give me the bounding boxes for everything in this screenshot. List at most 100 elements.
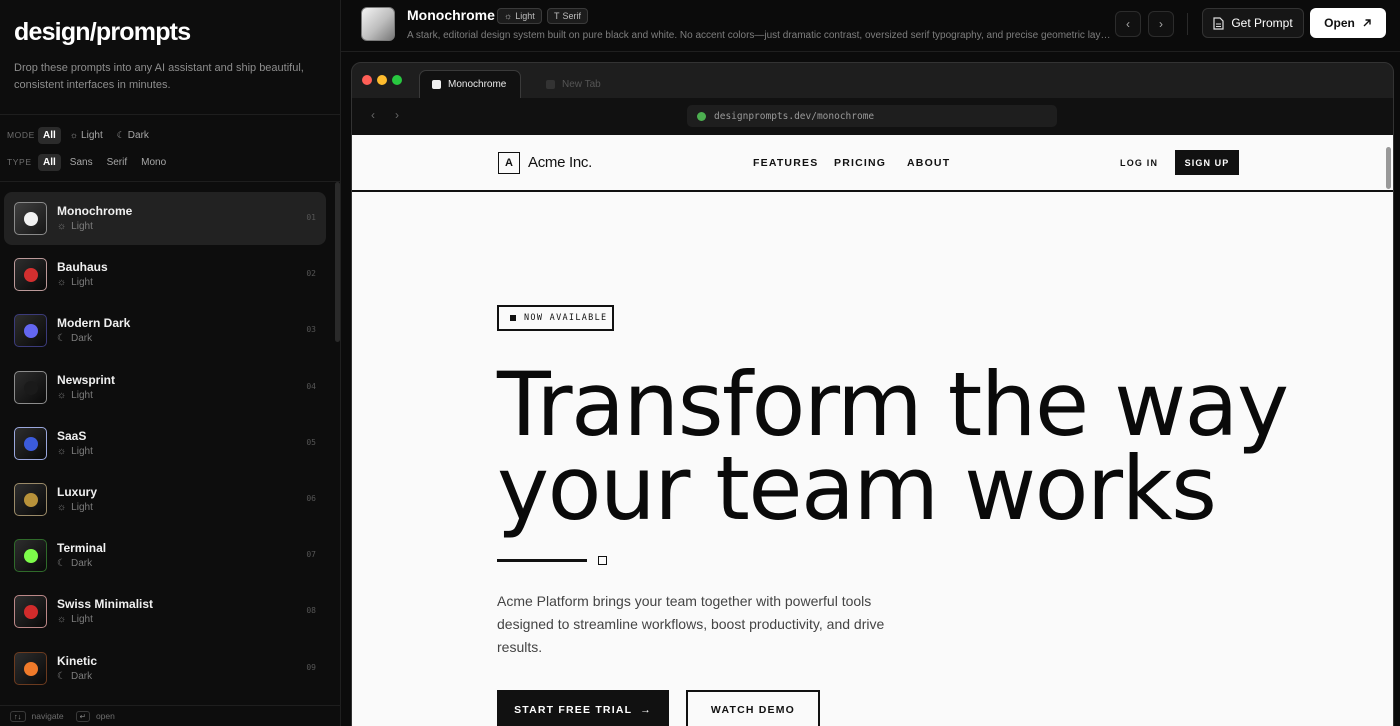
design-name: Bauhaus — [57, 260, 108, 275]
nav-link-features[interactable]: FEATURES — [753, 157, 818, 169]
design-index: 05 — [306, 437, 316, 447]
minimize-window-dot[interactable] — [377, 75, 387, 85]
mode-dark-chip[interactable]: ☾ Dark — [112, 127, 154, 144]
signup-button[interactable]: SIGN UP — [1175, 150, 1239, 175]
login-link[interactable]: LOG IN — [1120, 158, 1158, 168]
design-index: 03 — [306, 325, 316, 335]
design-name: Newsprint — [57, 372, 116, 387]
design-list-item[interactable]: SaaS ☼ Light 05 — [4, 417, 326, 470]
design-index: 08 — [306, 606, 316, 616]
design-list-item[interactable]: Kinetic ☾ Dark 09 — [4, 642, 326, 695]
design-mode: ☼ Light — [57, 390, 93, 401]
design-name: Luxury — [57, 484, 98, 499]
design-mode-label: Light — [71, 501, 93, 513]
design-name: Swiss Minimalist — [57, 597, 154, 612]
design-name: Kinetic — [57, 653, 98, 668]
sun-icon: ☼ — [57, 614, 67, 626]
type-sans-chip[interactable]: Sans — [65, 154, 98, 171]
headline-line-2: your team works — [497, 437, 1217, 540]
mode-label: MODE — [7, 130, 35, 140]
design-index: 01 — [306, 213, 316, 222]
chevron-right-icon: › — [1159, 17, 1163, 31]
mode-tag-label: Light — [515, 11, 535, 21]
design-mode-label: Light — [71, 445, 93, 457]
swatch-color-dot — [24, 661, 38, 676]
mode-light-label: Light — [81, 129, 103, 141]
design-list-item[interactable]: Luxury ☼ Light 06 — [4, 473, 326, 526]
brand-tagline: Drop these prompts into any AI assistant… — [14, 62, 304, 91]
type-mono-chip[interactable]: Mono — [136, 154, 171, 171]
design-list-item[interactable]: Bauhaus ☼ Light 02 — [4, 248, 326, 301]
moon-icon: ☾ — [57, 558, 66, 570]
watch-demo-button[interactable]: WATCH DEMO — [686, 690, 820, 726]
design-index: 02 — [306, 269, 316, 279]
swatch-color-dot — [24, 380, 38, 395]
design-mode: ☾ Dark — [57, 333, 92, 344]
nav-link-about[interactable]: ABOUT — [907, 157, 950, 169]
design-index: 06 — [306, 493, 316, 503]
design-list-item[interactable]: Terminal ☾ Dark 07 — [4, 529, 326, 582]
design-description: A stark, editorial design system built o… — [407, 30, 1115, 41]
chevron-left-icon: ‹ — [1126, 17, 1130, 31]
design-list-item[interactable]: Modern Dark ☾ Dark 03 — [4, 304, 326, 357]
nav-link-pricing[interactable]: PRICING — [834, 157, 886, 169]
start-trial-label: START FREE TRIAL — [514, 704, 633, 716]
design-swatch — [14, 482, 47, 516]
browser-tab-new[interactable]: New Tab — [534, 70, 624, 98]
design-list-item[interactable]: Monochrome ☼ Light 01 — [4, 192, 326, 245]
design-name: Modern Dark — [57, 316, 131, 331]
maximize-window-dot[interactable] — [392, 75, 402, 85]
design-mode: ☼ Light — [57, 221, 93, 232]
design-index: 04 — [306, 381, 316, 391]
mode-all-chip[interactable]: All — [38, 126, 61, 144]
previous-button[interactable]: ‹ — [1115, 11, 1141, 37]
browser-preview: Monochrome New Tab ‹ › designprompts.dev… — [351, 62, 1394, 726]
design-list-item[interactable]: Swiss Minimalist ☼ Light 08 — [4, 585, 326, 638]
site-navbar: A Acme Inc. FEATURES PRICING ABOUT LOG I… — [352, 135, 1393, 192]
close-window-dot[interactable] — [362, 75, 372, 85]
design-mode: ☾ Dark — [57, 671, 92, 682]
moon-icon: ☾ — [116, 129, 125, 140]
address-bar-row: ‹ › designprompts.dev/monochrome — [352, 98, 1393, 135]
design-name: Terminal — [57, 541, 107, 556]
hero-subtext: Acme Platform brings your team together … — [497, 593, 885, 655]
decorative-rule — [497, 559, 587, 562]
design-mode-label: Light — [71, 389, 93, 401]
next-button[interactable]: › — [1148, 11, 1174, 37]
url-field[interactable]: designprompts.dev/monochrome — [687, 105, 1057, 127]
design-list-item[interactable]: Newsprint ☼ Light 04 — [4, 361, 326, 414]
decorative-square — [598, 556, 607, 565]
tab-title: Monochrome — [448, 79, 507, 90]
get-prompt-button[interactable]: Get Prompt — [1202, 8, 1304, 38]
type-serif-chip[interactable]: Serif — [102, 154, 133, 171]
hero-headline: Transform the way your team works — [497, 353, 1377, 540]
design-mode: ☼ Light — [57, 446, 93, 457]
design-mode: ☼ Light — [57, 277, 93, 288]
site-scrollbar[interactable] — [1386, 147, 1391, 189]
design-list: Monochrome ☼ Light 01 Bauhaus ☼ Light 02 Modern … — [4, 192, 326, 698]
open-button[interactable]: Open — [1310, 8, 1386, 38]
start-trial-button[interactable]: START FREE TRIAL → — [497, 690, 669, 726]
sidebar-scrollbar[interactable] — [335, 182, 340, 342]
design-name: SaaS — [57, 428, 87, 443]
browser-tab-active[interactable]: Monochrome — [419, 70, 521, 98]
external-arrow-icon — [1363, 19, 1371, 27]
moon-icon: ☾ — [57, 333, 66, 345]
type-all-chip[interactable]: All — [38, 153, 61, 171]
design-mode-label: Dark — [70, 558, 93, 570]
design-index: 07 — [306, 550, 316, 560]
mode-light-chip[interactable]: ☼ Light — [65, 127, 108, 144]
tab-favicon — [546, 79, 555, 89]
divider — [1187, 13, 1188, 35]
forward-arrow-icon[interactable]: › — [395, 108, 399, 122]
design-index: 09 — [306, 662, 316, 672]
site-logo-text[interactable]: Acme Inc. — [528, 154, 592, 171]
swatch-color-dot — [24, 268, 38, 283]
moon-icon: ☾ — [57, 670, 66, 682]
back-arrow-icon[interactable]: ‹ — [371, 108, 375, 122]
type-filter: TYPE All Sans Serif Mono — [7, 152, 171, 172]
design-swatch — [14, 202, 47, 235]
site-logo-mark[interactable]: A — [498, 152, 520, 174]
text-type-icon: T — [554, 11, 560, 21]
headline-line-1: Transform the way — [497, 353, 1289, 456]
